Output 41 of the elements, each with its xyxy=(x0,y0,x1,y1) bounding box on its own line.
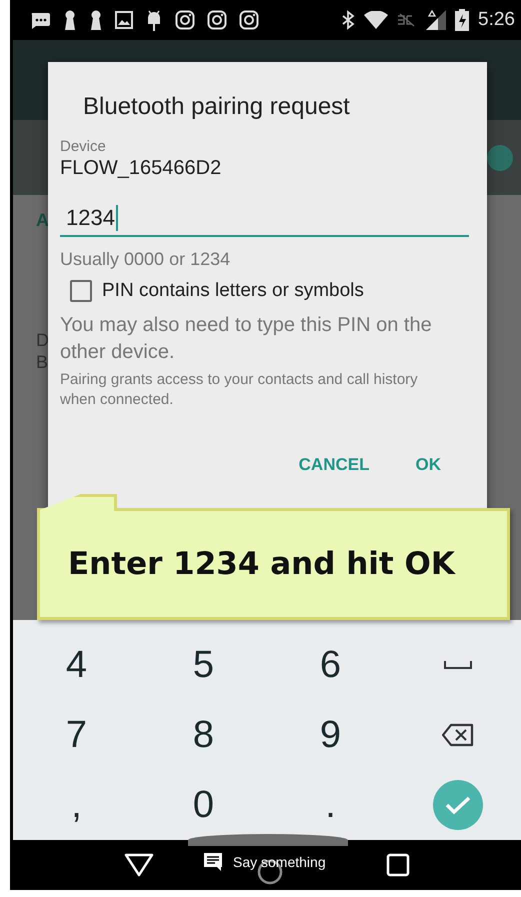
wifi-icon xyxy=(364,11,388,29)
toggle-switch[interactable] xyxy=(487,144,513,170)
hint-text: Usually 0000 or 1234 xyxy=(60,249,230,270)
keyboard-key[interactable]: 6 xyxy=(314,643,348,687)
space-key-icon[interactable] xyxy=(442,659,472,671)
camera-icon xyxy=(207,10,227,30)
camera-icon xyxy=(239,10,259,30)
toast-message: Say something xyxy=(233,854,326,870)
keyboard-key[interactable]: , xyxy=(65,783,88,827)
keyboard-key[interactable]: 9 xyxy=(314,713,348,757)
back-icon[interactable] xyxy=(124,853,154,877)
keyboard-key[interactable]: 0 xyxy=(186,783,220,827)
device-name: FLOW_165466D2 xyxy=(60,157,222,180)
android-icon xyxy=(145,9,163,31)
keyhole-icon xyxy=(63,10,77,30)
keyhole-icon xyxy=(89,10,103,30)
device-label: Device xyxy=(60,138,106,155)
image-icon xyxy=(115,11,133,29)
dialog-title: Bluetooth pairing request xyxy=(83,92,350,122)
check-icon xyxy=(444,795,472,815)
keyboard-key[interactable]: 8 xyxy=(186,713,220,757)
recents-icon[interactable] xyxy=(386,853,410,877)
message-icon xyxy=(29,11,51,29)
signal-icon xyxy=(426,10,446,30)
keyboard-key[interactable]: 5 xyxy=(186,643,220,687)
clock-time: 5:26 xyxy=(478,9,515,31)
chat-icon xyxy=(203,852,223,872)
pin-input-field[interactable]: 1234 xyxy=(60,205,469,237)
backspace-icon[interactable] xyxy=(442,723,474,747)
callout-text: Enter 1234 and hit OK xyxy=(68,546,455,582)
pin-message: You may also need to type this PIN on the other device. xyxy=(60,313,433,365)
keyboard-key[interactable]: 7 xyxy=(60,713,94,757)
privacy-note: Pairing grants access to your contacts and call history when connected. xyxy=(60,370,419,410)
bluetooth-icon xyxy=(341,10,356,30)
checkbox-label: PIN contains letters or symbols xyxy=(102,280,364,302)
keyboard-key[interactable]: 4 xyxy=(60,643,94,687)
partial-text: A xyxy=(36,209,49,231)
battery-icon xyxy=(455,9,470,31)
keyboard-key[interactable]: . xyxy=(319,783,342,827)
checkbox[interactable] xyxy=(70,280,92,302)
camera-icon xyxy=(175,10,195,30)
